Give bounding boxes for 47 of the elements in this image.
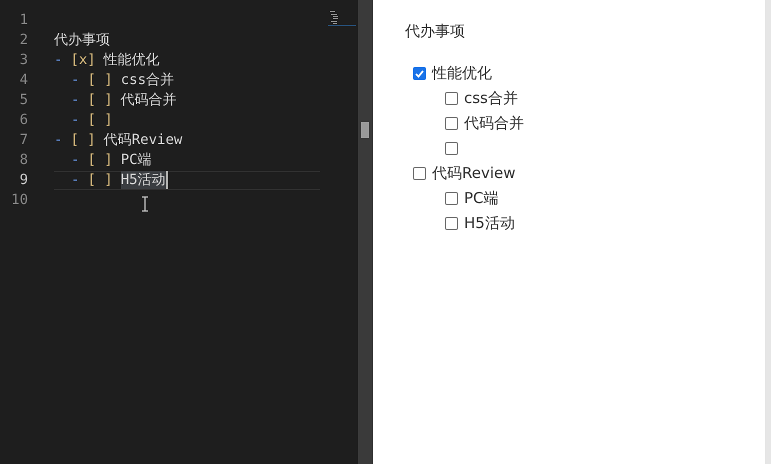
line-number: 1 [18,12,28,28]
text-cursor-icon [140,196,150,212]
task-label: 代码Review [432,164,516,183]
checkbox[interactable] [445,92,458,105]
checkbox[interactable] [445,142,458,155]
task-brackets: [ ] [87,72,113,88]
list-marker: - [71,172,80,188]
code-text: css合并 [120,71,174,89]
list-marker: - [54,132,62,148]
list-marker: - [71,152,80,168]
task-brackets: [ ] [87,112,113,128]
scrollbar-thumb[interactable] [361,122,369,138]
checkbox[interactable] [445,117,458,130]
list-marker: - [54,52,62,68]
selected-code-text: H5活动 [120,171,168,189]
line-number: 2 [18,32,28,48]
line-number: 4 [18,72,28,88]
task-label: 代码合并 [464,114,524,133]
line-number: 9 [18,172,28,188]
task-label: PC端 [464,189,499,208]
task-brackets: [ ] [87,152,113,168]
line-number: 6 [18,112,28,128]
task-brackets: [x] [70,52,96,68]
code-text: 代码合并 [120,91,177,109]
line-number: 5 [18,92,28,108]
list-marker: - [71,72,80,88]
task-brackets: [ ] [87,172,113,188]
line-number: 3 [18,52,28,68]
task-label: css合并 [464,89,518,108]
preview-heading: 代办事项 [405,22,466,41]
line-number: 8 [18,152,28,168]
line-number: 10 [10,192,28,208]
code-text: 性能优化 [104,51,160,69]
line-number: 7 [18,132,28,148]
checkbox[interactable] [413,167,426,180]
task-brackets: [ ] [87,92,113,108]
code-text: PC端 [120,151,152,169]
checkbox[interactable] [413,67,426,80]
task-label: H5活动 [464,214,515,233]
checkbox[interactable] [445,217,458,230]
list-marker: - [71,92,80,108]
task-brackets: [ ] [70,132,96,148]
task-label: 性能优化 [432,64,492,83]
list-marker: - [71,112,80,128]
code-text: 代码Review [104,131,182,149]
code-text: 代办事项 [54,31,110,49]
checkbox[interactable] [445,192,458,205]
